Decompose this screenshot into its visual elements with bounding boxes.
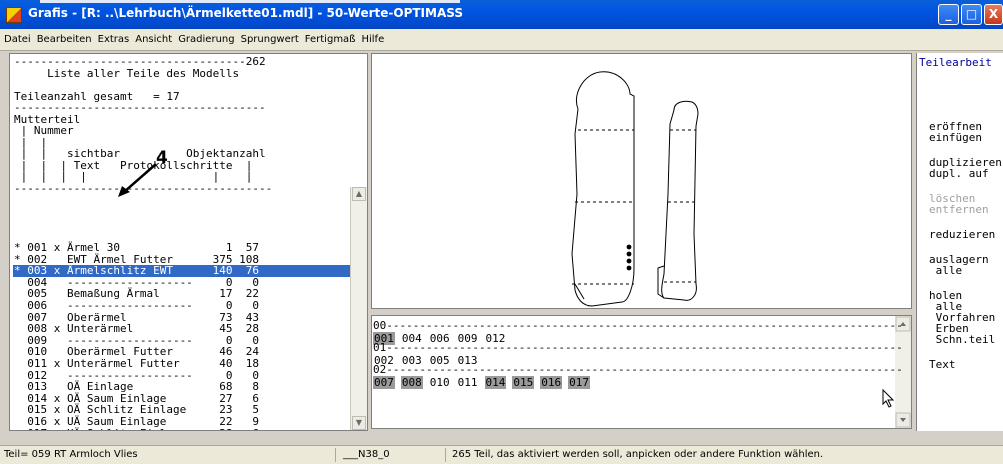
app-icon[interactable] bbox=[6, 7, 22, 23]
sequence-item[interactable]: 014 bbox=[484, 376, 507, 389]
sequence-item[interactable]: 017 bbox=[568, 376, 590, 389]
status-bar: Teil= 059 RT Armloch Vlies ___N38_0 265 … bbox=[0, 445, 1003, 464]
menu-hilfe[interactable]: Hilfe bbox=[361, 34, 384, 45]
parts-list-header-line: -----------------------------------262 bbox=[14, 55, 266, 68]
part-row[interactable]: 013 OÄ Einlage 68 8 bbox=[13, 381, 351, 393]
menu-bar: Datei Bearbeiten Extras Ansicht Gradieru… bbox=[0, 29, 1003, 51]
minimize-button[interactable]: _ bbox=[938, 4, 959, 25]
teilearbeit-command[interactable]: einfügen bbox=[929, 132, 982, 143]
mouse-cursor-icon bbox=[882, 389, 895, 408]
sequence-item[interactable]: 010 bbox=[429, 376, 451, 389]
sequence-item[interactable]: 015 bbox=[512, 376, 535, 389]
teilearbeit-command[interactable]: reduzieren bbox=[929, 229, 995, 240]
window-title: Grafis - [R: ..\Lehrbuch\Ärmelkette01.md… bbox=[28, 6, 463, 20]
sleeve-buttons-icon bbox=[626, 244, 632, 271]
part-row[interactable]: 006 ------------------- 0 0 bbox=[13, 300, 351, 312]
maximize-button[interactable]: □ bbox=[961, 4, 982, 25]
parts-list-scrollbar[interactable]: ▲ ▼ bbox=[350, 187, 367, 430]
status-message: 265 Teil, das aktiviert werden soll, anp… bbox=[452, 449, 824, 460]
annotation-arrow-icon bbox=[118, 163, 157, 197]
parts-list-header-line bbox=[14, 79, 272, 91]
menu-extras[interactable]: Extras bbox=[98, 34, 130, 45]
menu-datei[interactable]: Datei bbox=[4, 34, 31, 45]
sleeve-pattern-drawing[interactable] bbox=[372, 54, 911, 308]
sequence-label: 02--------------------------------------… bbox=[373, 363, 903, 376]
teilearbeit-command[interactable]: alle bbox=[929, 265, 963, 276]
sequence-item[interactable]: 011 bbox=[457, 376, 479, 389]
teilearbeit-command[interactable]: entfernen bbox=[929, 204, 989, 215]
parts-list[interactable]: * 001 x Ärmel 30 1 57 * 002 EWT Ärmel Fut… bbox=[13, 242, 351, 430]
teilearbeit-header: Teilearbeit bbox=[917, 56, 1003, 69]
menu-sprungwert[interactable]: Sprungwert bbox=[241, 34, 299, 45]
status-part: Teil= 059 RT Armloch Vlies bbox=[4, 449, 138, 460]
drawing-canvas[interactable] bbox=[371, 53, 912, 309]
part-row[interactable]: 017 x UÄ Schlitz Einlage 28 6 bbox=[13, 427, 351, 430]
sequence-item[interactable]: 016 bbox=[540, 376, 563, 389]
menu-ansicht[interactable]: Ansicht bbox=[135, 34, 172, 45]
sequence-item[interactable]: 008 bbox=[400, 376, 423, 389]
menu-gradierung[interactable]: Gradierung bbox=[178, 34, 234, 45]
sequence-label: 01--------------------------------------… bbox=[373, 341, 903, 354]
parts-list-header-line: -------------------------------------- bbox=[14, 101, 266, 114]
parts-list-header-line: | Nummer bbox=[14, 124, 74, 137]
status-code: ___N38_0 bbox=[343, 449, 390, 460]
part-row[interactable]: 016 x UÄ Saum Einlage 22 9 bbox=[13, 416, 351, 428]
pattern-piece-unteraermel bbox=[661, 100, 699, 301]
sequence-item[interactable]: 007 bbox=[373, 376, 395, 389]
teilearbeit-command[interactable]: dupl. auf bbox=[929, 168, 989, 179]
part-row[interactable]: 011 x Unterärmel Futter 40 18 bbox=[13, 358, 351, 370]
teilearbeit-command[interactable]: Text bbox=[929, 359, 956, 370]
sequence-items: 007 008 010 011 014 015 016 017 bbox=[373, 376, 596, 389]
title-highlight bbox=[40, 0, 460, 3]
pattern-piece-oberaermel bbox=[571, 71, 635, 307]
sequence-label: 00--------------------------------------… bbox=[373, 319, 903, 332]
title-bar: Grafis - [R: ..\Lehrbuch\Ärmelkette01.md… bbox=[0, 0, 1003, 29]
parts-list-panel[interactable]: -----------------------------------262 L… bbox=[9, 53, 368, 431]
teilearbeit-menu-panel: Teilearbeit eröffnen einfügen duplizieren d… bbox=[916, 53, 1003, 431]
scroll-up-icon[interactable]: ▲ bbox=[352, 187, 366, 201]
scroll-down-icon[interactable]: ▼ bbox=[352, 416, 366, 430]
part-row[interactable]: * 001 x Ärmel 30 1 57 bbox=[13, 242, 351, 254]
menu-bearbeiten[interactable]: Bearbeiten bbox=[37, 34, 92, 45]
menu-fertigmass[interactable]: Fertigmaß bbox=[305, 34, 356, 45]
close-button[interactable]: X bbox=[984, 4, 1003, 25]
part-row[interactable]: 008 x Unterärmel 45 28 bbox=[13, 323, 351, 335]
teilearbeit-command[interactable]: Schn.teil bbox=[929, 334, 996, 345]
parts-list-header-line: Liste aller Teile des Modells bbox=[14, 66, 240, 80]
part-sequence-panel[interactable]: 00--------------------------------------… bbox=[371, 315, 912, 429]
parts-list-header-line: | | sichtbar Objektanzahl bbox=[14, 147, 266, 160]
